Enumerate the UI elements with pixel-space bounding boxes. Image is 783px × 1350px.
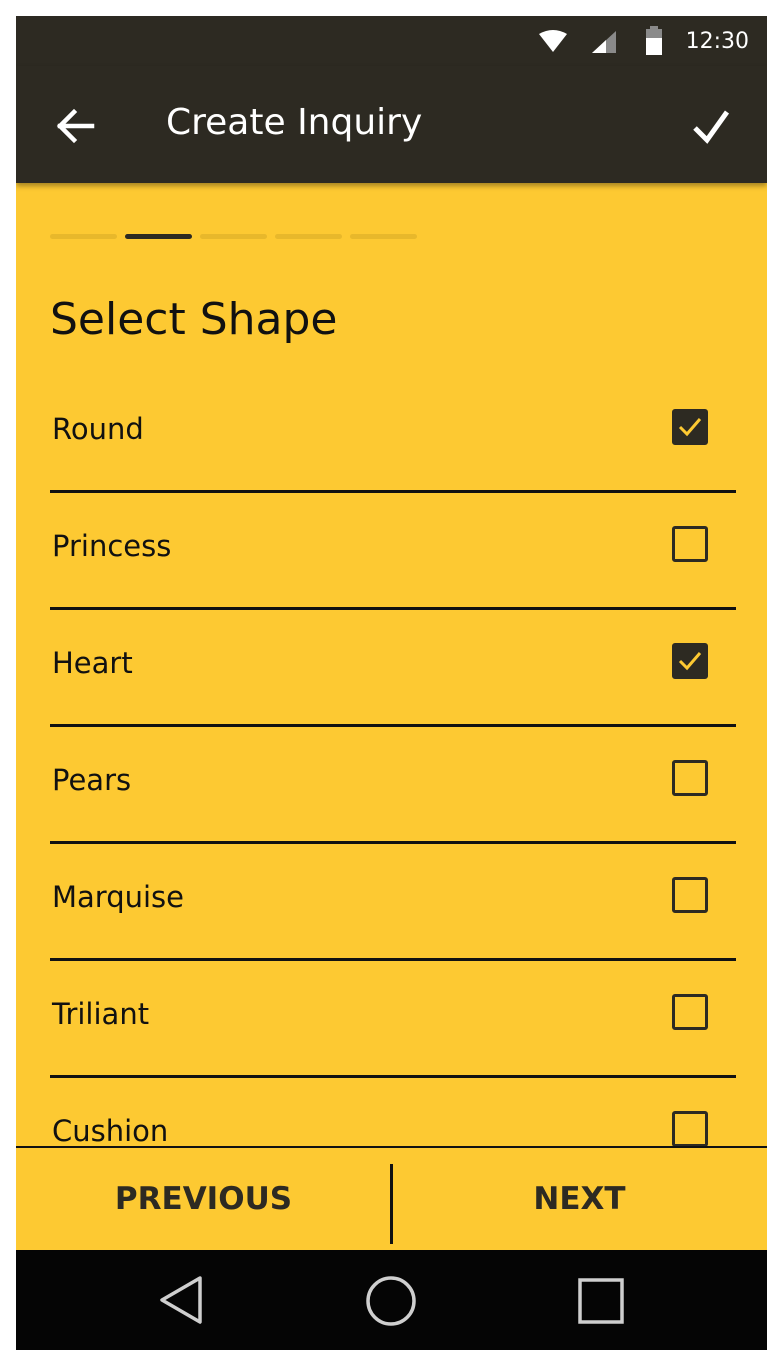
list-item-marquise[interactable]: Marquise [50,844,736,961]
shape-label: Triliant [52,997,150,1031]
list-item-heart[interactable]: Heart [50,610,736,727]
shape-list: Round Princess Heart Pears Marquise Tril… [16,376,767,1146]
progress-step-3 [200,234,267,239]
next-button[interactable]: NEXT [392,1148,767,1250]
checkmark-icon [678,652,702,671]
list-item-triliant[interactable]: Triliant [50,961,736,1078]
princess-checkbox[interactable] [672,526,708,562]
section-title: Select Shape [50,294,338,345]
shape-label: Round [52,412,144,446]
shape-label: Princess [52,529,172,563]
triangle-back-icon[interactable] [156,1274,208,1326]
shape-label: Cushion [52,1114,169,1146]
battery-icon [646,26,662,55]
triliant-checkbox[interactable] [672,994,708,1030]
list-item-round[interactable]: Round [50,376,736,493]
arrow-left-icon [56,108,95,144]
cushion-checkbox[interactable] [672,1111,708,1146]
wifi-icon [539,30,567,52]
circle-home-icon[interactable] [365,1275,417,1327]
confirm-button[interactable] [681,96,741,156]
previous-button[interactable]: PREVIOUS [16,1148,391,1250]
signal-icon [592,31,616,53]
status-bar: 12:30 [16,16,767,66]
square-recents-icon[interactable] [577,1277,625,1325]
progress-step-1 [50,234,117,239]
check-icon [693,110,730,144]
shape-label: Marquise [52,880,185,914]
list-item-princess[interactable]: Princess [50,493,736,610]
status-time: 12:30 [685,29,749,54]
shape-label: Pears [52,763,132,797]
list-item-pears[interactable]: Pears [50,727,736,844]
list-item-cushion[interactable]: Cushion [50,1078,736,1146]
progress-step-5 [350,234,417,239]
page-title: Create Inquiry [166,102,423,143]
progress-step-4 [275,234,342,239]
pears-checkbox[interactable] [672,760,708,796]
round-checkbox[interactable] [672,409,708,445]
system-nav-bar [16,1250,767,1350]
heart-checkbox[interactable] [672,643,708,679]
shape-label: Heart [52,646,133,680]
progress-step-2 [125,234,192,239]
phone-screen: 12:30 Create Inquiry Select Shape Round [16,16,767,1350]
app-bar: Create Inquiry [16,66,767,183]
checkmark-icon [678,418,702,437]
marquise-checkbox[interactable] [672,877,708,913]
bottom-action-bar: PREVIOUS NEXT [16,1148,767,1250]
back-button[interactable] [46,96,106,156]
